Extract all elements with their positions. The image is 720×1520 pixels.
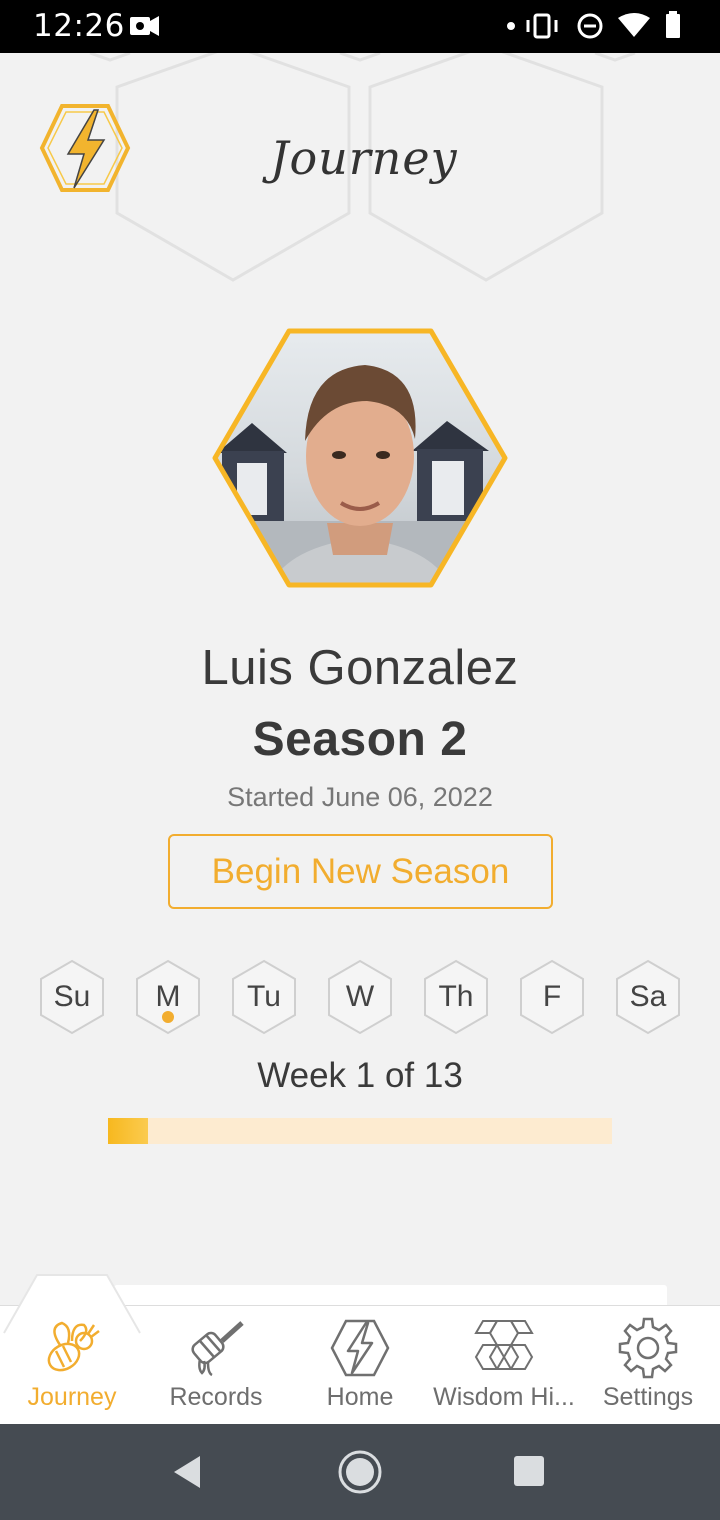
- nav-label-home: Home: [326, 1383, 394, 1411]
- week-label: Week 1 of 13: [257, 1056, 463, 1095]
- vibrate-icon: [526, 13, 558, 39]
- app-logo-icon[interactable]: [38, 102, 132, 194]
- nav-item-records[interactable]: Records: [144, 1305, 288, 1424]
- day-hex-sa[interactable]: Sa: [614, 958, 682, 1036]
- nav-label-settings: Settings: [602, 1383, 694, 1411]
- avatar: [212, 328, 508, 588]
- day-label: M: [155, 980, 181, 1013]
- season-start-date: Started June 06, 2022: [227, 782, 493, 812]
- status-time: 12:26: [33, 8, 125, 44]
- nav-item-home[interactable]: Home: [288, 1305, 432, 1424]
- day-hex-th[interactable]: Th: [422, 958, 490, 1036]
- status-right-icons: [507, 11, 680, 39]
- today-dot: [162, 1011, 174, 1023]
- season-progress-fill: [108, 1118, 149, 1144]
- back-icon[interactable]: [170, 1454, 206, 1490]
- status-bar: 12:26: [0, 0, 720, 53]
- wifi-icon: [618, 13, 650, 37]
- day-label: Tu: [247, 980, 281, 1013]
- gear-icon: [618, 1317, 678, 1379]
- profile-name: Luis Gonzalez: [201, 641, 519, 695]
- day-hex-m[interactable]: M: [134, 958, 202, 1036]
- day-hex-tu[interactable]: Tu: [230, 958, 298, 1036]
- day-hex-w[interactable]: W: [326, 958, 394, 1036]
- battery-icon: [666, 11, 680, 38]
- season-label: Season 2: [252, 713, 468, 766]
- page-title: Journey: [262, 131, 458, 185]
- day-hex-su[interactable]: Su: [38, 958, 106, 1036]
- home-circle-icon[interactable]: [336, 1448, 384, 1496]
- begin-new-season-button[interactable]: Begin New Season: [168, 834, 553, 909]
- honey-dipper-icon: [191, 1321, 244, 1377]
- nav-item-journey[interactable]: Journey: [0, 1305, 144, 1424]
- dnd-icon: [577, 13, 603, 39]
- season-progress-track: [108, 1118, 612, 1144]
- notification-dot-icon: [507, 22, 515, 30]
- day-label: Th: [438, 980, 474, 1013]
- day-label: F: [542, 980, 562, 1013]
- nav-label-journey: Journey: [27, 1383, 117, 1411]
- nav-label-records: Records: [169, 1383, 263, 1411]
- status-left-icons: [130, 16, 159, 36]
- svg-text:Journey: Journey: [262, 131, 458, 185]
- day-label: Su: [53, 980, 91, 1013]
- day-hex-f[interactable]: F: [518, 958, 586, 1036]
- nav-item-settings[interactable]: Settings: [576, 1305, 720, 1424]
- screen-record-icon: [130, 16, 159, 36]
- day-label: Sa: [629, 980, 667, 1013]
- honeycomb-icon: [474, 1320, 534, 1370]
- day-label: W: [345, 980, 375, 1013]
- nav-label-wisdom-hive: Wisdom Hi...: [433, 1383, 575, 1411]
- recents-icon[interactable]: [512, 1454, 546, 1488]
- lightning-hex-icon: [330, 1319, 390, 1377]
- nav-item-wisdom-hive[interactable]: Wisdom Hi...: [432, 1305, 576, 1424]
- bee-icon: [47, 1321, 100, 1372]
- system-nav-bar: [0, 1424, 720, 1520]
